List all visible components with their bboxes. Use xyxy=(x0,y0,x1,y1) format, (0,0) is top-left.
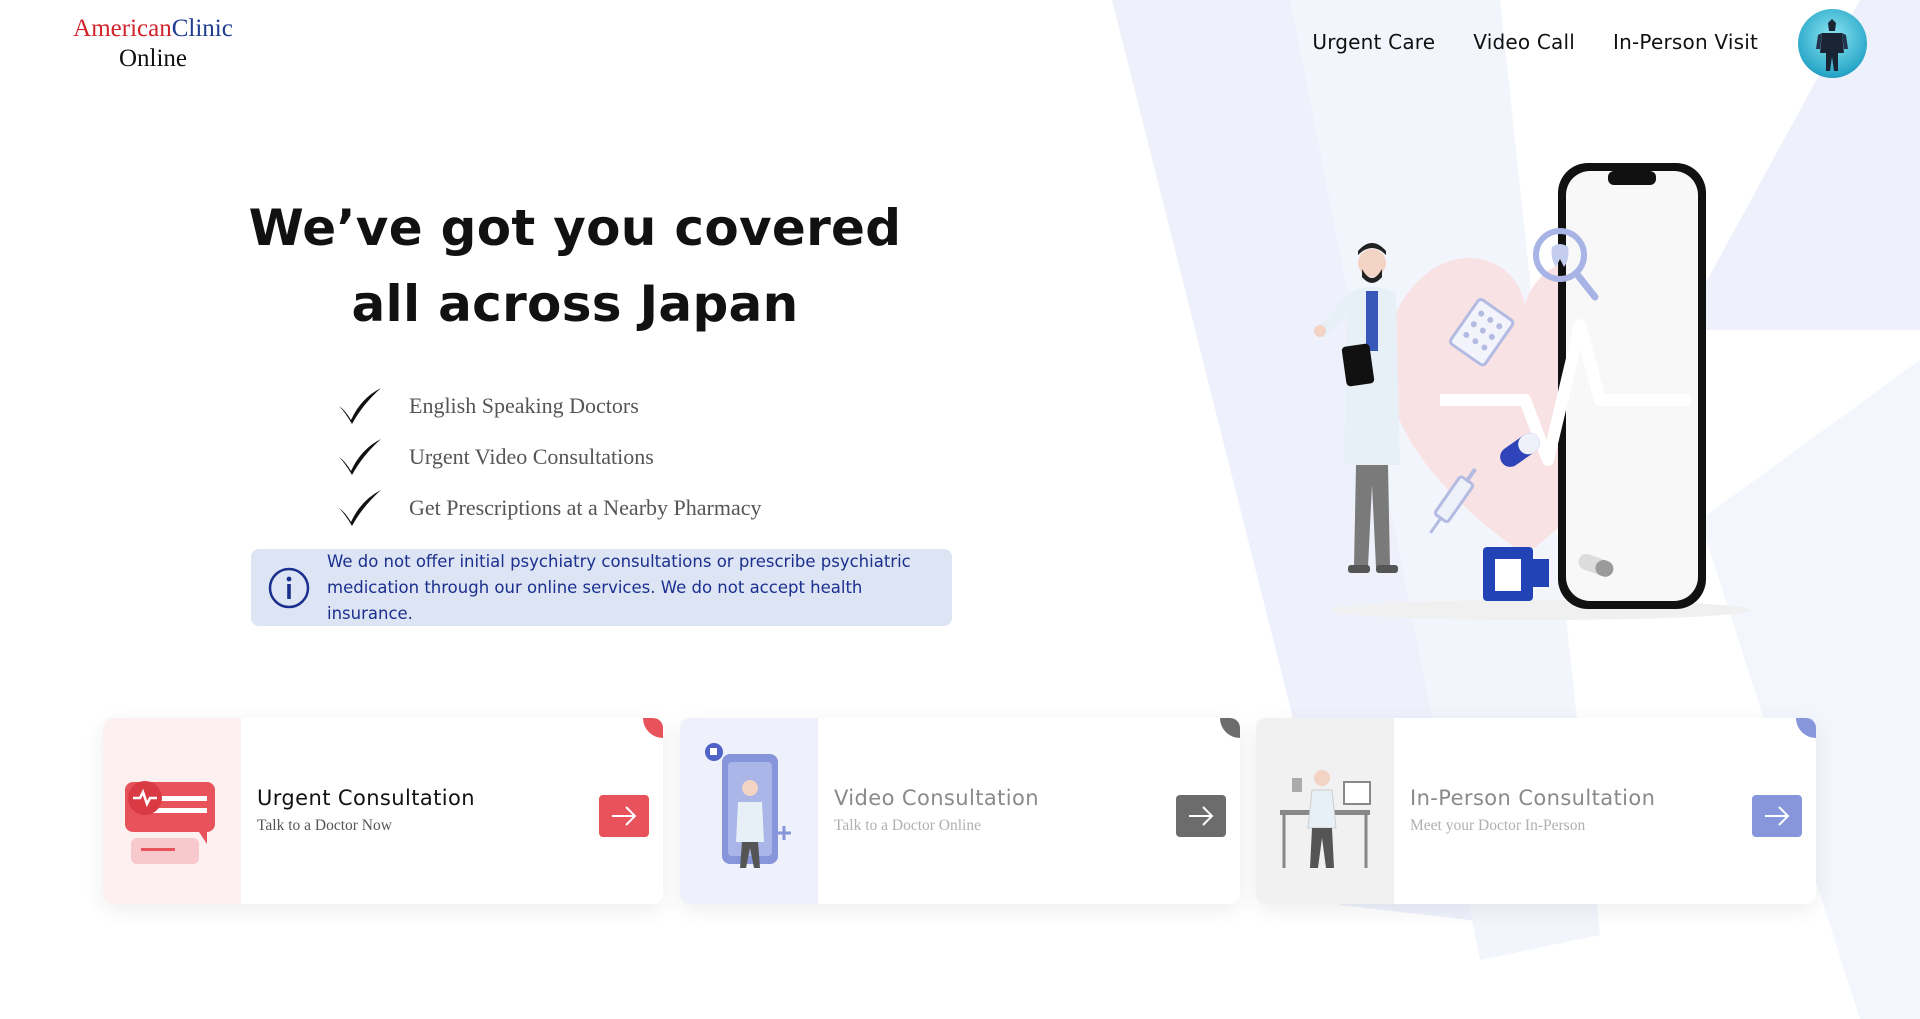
smartphone-icon xyxy=(1558,163,1706,609)
card-subtitle: Talk to a Doctor Now xyxy=(257,817,392,834)
checkmark-icon xyxy=(339,489,381,526)
info-icon xyxy=(268,567,310,608)
user-avatar[interactable] xyxy=(1798,9,1867,78)
feature-text: English Speaking Doctors xyxy=(409,392,639,418)
checkmark-icon xyxy=(339,387,381,424)
checkmark-icon xyxy=(339,438,381,475)
feature-list: English Speaking Doctors Urgent Video Co… xyxy=(335,380,762,533)
card-title: Video Consultation xyxy=(834,786,1039,810)
logo-clinic: Clinic xyxy=(171,15,233,42)
nav-video-call[interactable]: Video Call xyxy=(1473,30,1575,54)
feature-text: Get Prescriptions at a Nearby Pharmacy xyxy=(409,494,762,520)
card-corner-accent xyxy=(1220,718,1240,738)
arrow-right-icon xyxy=(1765,806,1790,826)
urgent-consultation-card[interactable]: Urgent Consultation Talk to a Doctor Now xyxy=(103,718,663,904)
hero-title: We’ve got you covered all across Japan xyxy=(190,190,960,342)
notice-text: We do not offer initial psychiatry consu… xyxy=(327,549,952,627)
nav-urgent-care[interactable]: Urgent Care xyxy=(1312,30,1435,54)
arrow-right-icon xyxy=(1189,806,1214,826)
hero-title-line1: We’ve got you covered xyxy=(248,199,902,257)
video-consultation-card[interactable]: Video Consultation Talk to a Doctor Onli… xyxy=(680,718,1240,904)
card-thumb xyxy=(1256,718,1394,904)
video-consultation-arrow-button[interactable] xyxy=(1176,795,1226,837)
phone-doctor-icon xyxy=(705,743,791,868)
doctor-desk-icon xyxy=(1280,770,1371,868)
urgent-consultation-arrow-button[interactable] xyxy=(599,795,649,837)
logo-american: American xyxy=(73,15,172,42)
card-subtitle: Meet your Doctor In-Person xyxy=(1410,817,1586,834)
card-thumb xyxy=(680,718,818,904)
site-logo[interactable]: AmericanClinic Online xyxy=(58,14,248,74)
card-thumb xyxy=(103,718,241,904)
avatar-figure-icon xyxy=(1816,19,1848,71)
card-corner-accent xyxy=(1796,718,1816,738)
medicine-bottle-icon xyxy=(1483,547,1549,601)
doctor-figure-icon xyxy=(1314,243,1400,573)
arrow-right-icon xyxy=(612,806,637,826)
feature-item: English Speaking Doctors xyxy=(335,380,762,431)
nav-in-person-visit[interactable]: In-Person Visit xyxy=(1613,30,1758,54)
feature-item: Urgent Video Consultations xyxy=(335,431,762,482)
feature-text: Urgent Video Consultations xyxy=(409,443,654,469)
card-corner-accent xyxy=(643,718,663,738)
card-title: Urgent Consultation xyxy=(257,786,475,810)
notice-banner: We do not offer initial psychiatry consu… xyxy=(251,549,952,626)
in-person-consultation-arrow-button[interactable] xyxy=(1752,795,1802,837)
logo-online: Online xyxy=(118,45,188,72)
chat-heart-icon xyxy=(125,781,215,864)
hero-title-line2: all across Japan xyxy=(351,275,799,333)
card-subtitle: Talk to a Doctor Online xyxy=(834,817,981,834)
feature-item: Get Prescriptions at a Nearby Pharmacy xyxy=(335,482,762,533)
doctor-phone-illustration xyxy=(1314,163,1750,620)
notice-line2: medication through our online services. … xyxy=(327,577,863,623)
card-title: In-Person Consultation xyxy=(1410,786,1656,810)
in-person-consultation-card[interactable]: In-Person Consultation Meet your Doctor … xyxy=(1256,718,1816,904)
main-nav: Urgent Care Video Call In-Person Visit xyxy=(1312,30,1758,54)
notice-line1: We do not offer initial psychiatry consu… xyxy=(327,551,911,571)
